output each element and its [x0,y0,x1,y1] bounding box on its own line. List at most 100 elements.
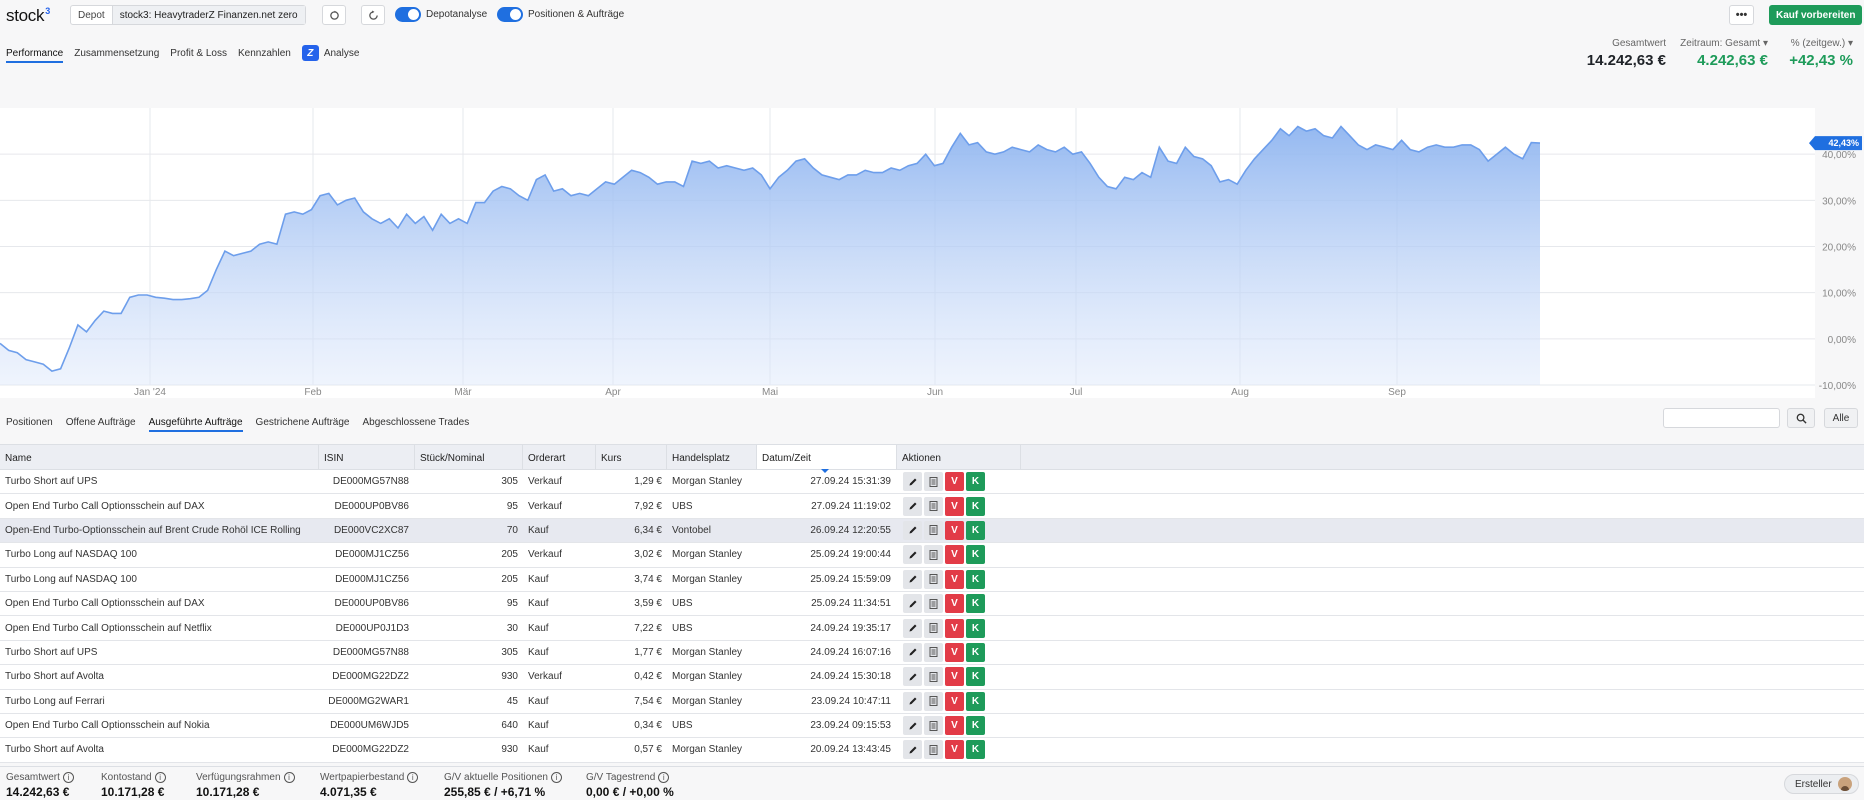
verkauf-button[interactable]: V [945,716,964,736]
edit-icon[interactable] [903,496,922,516]
tab-kennzahlen[interactable]: Kennzahlen [238,44,291,63]
more-options-button[interactable]: ••• [1729,5,1754,25]
verkauf-button[interactable]: V [945,569,964,589]
edit-icon[interactable] [903,667,922,687]
info-icon[interactable]: i [154,772,166,783]
summary-zeitraum[interactable]: Zeitraum: Gesamt ▾ 4.242,63 € [1680,38,1768,69]
table-row[interactable]: Turbo Short auf Avolta DE000MG22DZ2 930 Ver… [0,665,1864,690]
col-stueck[interactable]: Stück/Nominal [415,445,523,469]
tab-positionen[interactable]: Positionen [6,414,53,432]
info-icon[interactable]: i [658,772,670,783]
edit-icon[interactable] [903,569,922,589]
depot-selector[interactable]: Depot stock3: HeavytraderZ Finanzen.net … [70,5,306,25]
info-icon[interactable]: i [407,772,419,783]
verkauf-button[interactable]: V [945,545,964,565]
tab-analyse[interactable]: Z Analyse [301,44,359,61]
zeitraum-label[interactable]: Zeitraum: Gesamt ▾ [1680,38,1768,49]
edit-icon[interactable] [903,716,922,736]
document-icon[interactable] [924,667,943,687]
alle-button[interactable]: Alle [1824,408,1858,428]
kauf-button[interactable]: K [966,545,985,565]
verkauf-button[interactable]: V [945,496,964,516]
performance-chart[interactable]: Jan '24 Feb Mär Apr Mai Jun Jul Aug Sep 40,00% 30… [0,108,1864,398]
kauf-button[interactable]: K [966,594,985,614]
kauf-button[interactable]: K [966,520,985,540]
document-icon[interactable] [924,618,943,638]
col-kurs[interactable]: Kurs [596,445,667,469]
sync-icon[interactable] [322,5,346,25]
col-orderart[interactable]: Orderart [523,445,596,469]
depot-value[interactable]: stock3: HeavytraderZ Finanzen.net zero [112,6,305,24]
percent-label[interactable]: % (zeitgew.) ▾ [1789,38,1853,49]
col-handelsplatz[interactable]: Handelsplatz [667,445,757,469]
kauf-button[interactable]: K [966,472,985,492]
table-row[interactable]: Turbo Short auf UPS DE000MG57N88 305 Verkau… [0,470,1864,495]
info-icon[interactable]: i [550,772,562,783]
document-icon[interactable] [924,716,943,736]
tab-ausgefuehrte-auftraege[interactable]: Ausgeführte Aufträge [148,414,243,432]
tab-zusammensetzung[interactable]: Zusammensetzung [74,44,159,63]
kauf-button[interactable]: K [966,496,985,516]
tab-profit-loss[interactable]: Profit & Loss [170,44,227,63]
document-icon[interactable] [924,472,943,492]
toggle-switch[interactable] [395,7,421,22]
ersteller-button[interactable]: Ersteller [1784,774,1859,794]
edit-icon[interactable] [903,691,922,711]
toggle-depotanalyse[interactable]: Depotanalyse [395,7,487,22]
verkauf-button[interactable]: V [945,594,964,614]
edit-icon[interactable] [903,520,922,540]
table-row[interactable]: Turbo Long auf NASDAQ 100 DE000MJ1CZ56 205… [0,543,1864,568]
toggle-positionen[interactable]: Positionen & Aufträge [497,7,624,22]
kauf-button[interactable]: K [966,618,985,638]
table-row[interactable]: Open End Turbo Call Optionsschein auf DA… [0,591,1864,617]
tab-abgeschlossene-trades[interactable]: Abgeschlossene Trades [363,414,470,432]
document-icon[interactable] [924,642,943,662]
tab-gestrichene-auftraege[interactable]: Gestrichene Aufträge [256,414,350,432]
search-input[interactable] [1663,408,1780,428]
col-datum-zeit[interactable]: Datum/Zeit [757,445,897,473]
document-icon[interactable] [924,496,943,516]
summary-percent[interactable]: % (zeitgew.) ▾ +42,43 % [1789,38,1853,69]
col-isin[interactable]: ISIN [319,445,415,469]
document-icon[interactable] [924,740,943,760]
refresh-icon[interactable] [361,5,385,25]
verkauf-button[interactable]: V [945,472,964,492]
kauf-button[interactable]: K [966,740,985,760]
kauf-button[interactable]: K [966,569,985,589]
verkauf-button[interactable]: V [945,740,964,760]
table-row[interactable]: Turbo Short auf UPS DE000MG57N88 305 Kauf 1,… [0,640,1864,666]
edit-icon[interactable] [903,642,922,662]
verkauf-button[interactable]: V [945,618,964,638]
table-row[interactable]: Open End Turbo Call Optionsschein auf Ne… [0,616,1864,641]
verkauf-button[interactable]: V [945,642,964,662]
kauf-vorbereiten-button[interactable]: Kauf vorbereiten [1769,5,1863,25]
verkauf-button[interactable]: V [945,667,964,687]
table-row[interactable]: Open-End Turbo-Optionsschein auf Brent C… [0,518,1864,544]
document-icon[interactable] [924,569,943,589]
edit-icon[interactable] [903,618,922,638]
stock3-logo[interactable]: stock3 [6,6,50,26]
document-icon[interactable] [924,520,943,540]
edit-icon[interactable] [903,472,922,492]
table-row[interactable]: Open End Turbo Call Optionsschein auf DA… [0,494,1864,519]
kauf-button[interactable]: K [966,716,985,736]
tab-performance[interactable]: Performance [6,44,64,63]
document-icon[interactable] [924,594,943,614]
kauf-button[interactable]: K [966,691,985,711]
edit-icon[interactable] [903,740,922,760]
toggle-switch[interactable] [497,7,523,22]
col-name[interactable]: Name [0,445,319,469]
kauf-button[interactable]: K [966,667,985,687]
table-row[interactable]: Open End Turbo Call Optionsschein auf No… [0,713,1864,739]
document-icon[interactable] [924,691,943,711]
info-icon[interactable]: i [283,772,295,783]
verkauf-button[interactable]: V [945,691,964,711]
info-icon[interactable]: i [62,772,74,783]
edit-icon[interactable] [903,594,922,614]
tab-offene-auftraege[interactable]: Offene Aufträge [66,414,136,432]
edit-icon[interactable] [903,545,922,565]
document-icon[interactable] [924,545,943,565]
kauf-button[interactable]: K [966,642,985,662]
table-row[interactable]: Turbo Long auf Ferrari DE000MG2WAR1 45 Kauf… [0,689,1864,714]
verkauf-button[interactable]: V [945,520,964,540]
